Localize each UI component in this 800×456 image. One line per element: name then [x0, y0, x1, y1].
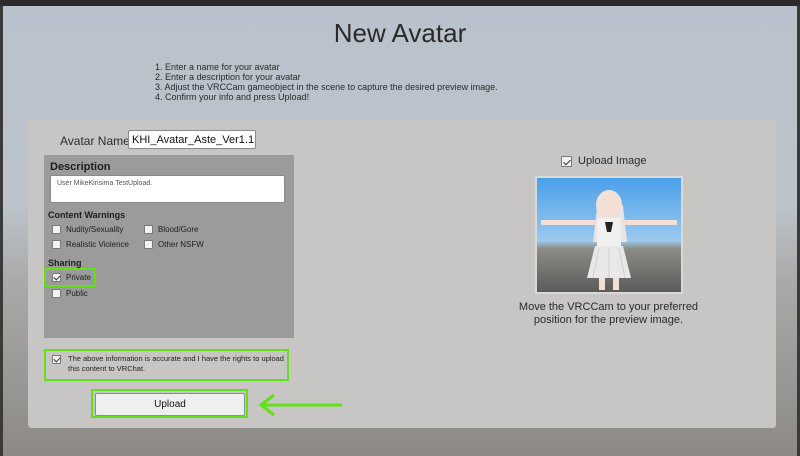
avatar-name-label: Avatar Name — [60, 134, 130, 148]
sharing-label: Public — [66, 289, 88, 298]
sharing-public-checkbox[interactable]: Public — [52, 289, 88, 298]
checkbox-checked-icon[interactable] — [561, 155, 572, 167]
checkbox-icon[interactable] — [52, 240, 61, 249]
checkbox-icon[interactable] — [144, 240, 153, 249]
instruction-item: 3. Adjust the VRCCam gameobject in the s… — [155, 82, 498, 92]
upload-image-checkbox[interactable]: Upload Image — [561, 155, 647, 167]
instruction-item: 1. Enter a name for your avatar — [155, 62, 280, 72]
instruction-item: 4. Confirm your info and press Upload! — [155, 92, 310, 102]
preview-caption: Move the VRCCam to your preferred positi… — [518, 301, 699, 326]
sharing-title: Sharing — [48, 258, 82, 268]
description-textarea[interactable]: User MikeKirisima TestUpload. — [50, 175, 285, 203]
window-top-bar — [0, 0, 800, 6]
window-frame-left — [0, 6, 3, 456]
warning-nudity-checkbox[interactable]: Nudity/Sexuality — [52, 225, 123, 234]
warning-label: Realistic Violence — [66, 240, 129, 249]
rights-highlight-box — [44, 349, 289, 381]
description-title: Description — [50, 161, 111, 173]
instructions-list: 1. Enter a name for your avatar 2. Enter… — [155, 62, 498, 102]
warning-nsfw-checkbox[interactable]: Other NSFW — [144, 240, 204, 249]
warning-label: Nudity/Sexuality — [66, 225, 124, 234]
checkbox-icon[interactable] — [52, 289, 61, 298]
upload-image-label: Upload Image — [578, 155, 647, 167]
avatar-name-input[interactable]: KHI_Avatar_Aste_Ver1.1 — [128, 130, 256, 149]
warning-gore-checkbox[interactable]: Blood/Gore — [144, 225, 198, 234]
content-warnings-title: Content Warnings — [48, 210, 126, 220]
arrow-left-icon — [258, 393, 342, 417]
warning-violence-checkbox[interactable]: Realistic Violence — [52, 240, 129, 249]
avatar-render-illustration — [537, 178, 681, 292]
checkbox-icon[interactable] — [144, 225, 153, 234]
checkbox-icon[interactable] — [52, 225, 61, 234]
page-title: New Avatar — [333, 18, 467, 48]
avatar-preview-image — [535, 176, 683, 294]
private-highlight-box — [44, 268, 96, 287]
instruction-item: 2. Enter a description for your avatar — [155, 72, 301, 82]
upload-highlight-box — [91, 389, 248, 418]
warning-label: Blood/Gore — [158, 225, 199, 234]
warning-label: Other NSFW — [158, 240, 204, 249]
